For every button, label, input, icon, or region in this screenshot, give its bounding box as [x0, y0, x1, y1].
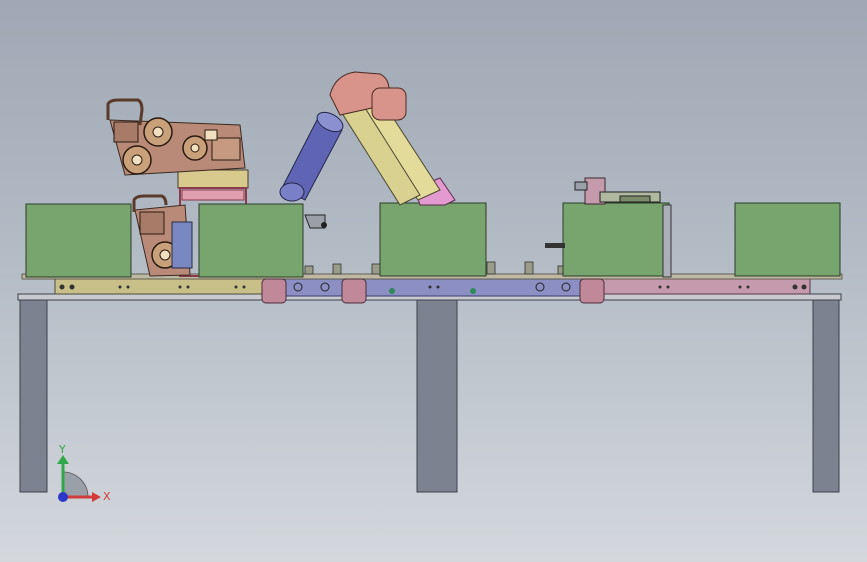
robot-arm — [279, 71, 456, 229]
coordinate-triad: Y X — [57, 443, 111, 503]
green-box-5 — [734, 202, 841, 277]
green-box-1 — [25, 203, 132, 278]
robot-wrist — [279, 182, 305, 202]
feeder-support-frame — [177, 169, 249, 189]
green-box-3 — [379, 202, 487, 277]
connector-block-1 — [261, 278, 287, 304]
table-leg-left — [19, 297, 48, 493]
y-axis-label: Y — [58, 443, 66, 456]
triad-quadrant — [62, 471, 89, 498]
robot-elbow-joint — [371, 87, 407, 121]
right-fixture-post — [662, 204, 672, 278]
x-axis-label: X — [103, 490, 111, 503]
connector-block-2 — [341, 278, 367, 304]
table-leg-middle — [416, 297, 458, 493]
green-box-4 — [562, 202, 670, 277]
z-axis-dot — [58, 492, 68, 502]
table-leg-right — [812, 297, 840, 493]
rail-left-olive — [54, 277, 266, 295]
cad-viewport[interactable]: Y X — [0, 0, 867, 562]
rail-right-pink — [599, 277, 811, 295]
table-legs — [19, 297, 840, 493]
green-box-2 — [198, 203, 304, 278]
connector-block-3 — [579, 278, 605, 304]
